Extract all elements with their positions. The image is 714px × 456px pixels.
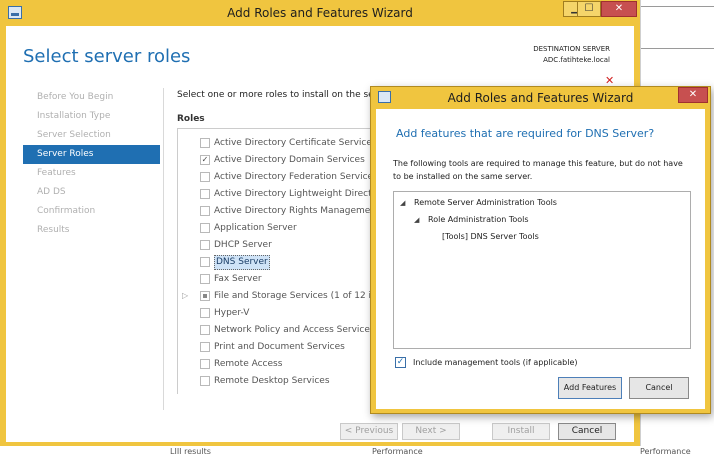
roles-list: Active Directory Certificate Services ✓ A… <box>177 128 377 394</box>
role-label: Active Directory Rights Management <box>214 206 377 216</box>
role-label: Print and Document Services <box>214 342 345 352</box>
role-checkbox[interactable] <box>200 308 210 318</box>
tree-node[interactable]: [Tools] DNS Server Tools <box>442 230 539 244</box>
role-checkbox[interactable] <box>200 223 210 233</box>
role-label: DHCP Server <box>214 240 272 250</box>
role-label: Remote Access <box>214 359 283 369</box>
role-checkbox[interactable] <box>200 257 210 267</box>
expand-arrow-icon[interactable]: ▷ <box>182 288 188 304</box>
role-item[interactable]: Application Server <box>178 220 377 236</box>
role-item[interactable]: DHCP Server <box>178 237 377 253</box>
background-text-1: LIII results <box>170 447 211 456</box>
wizard-steps-nav: Before You Begin Installation Type Serve… <box>23 88 160 240</box>
required-features-tree[interactable]: ◢ Remote Server Administration Tools ◢ Rol… <box>393 191 691 349</box>
role-checkbox[interactable] <box>200 359 210 369</box>
page-title: Select server roles <box>23 46 191 67</box>
role-label: File and Storage Services (1 of 12 inst <box>214 291 377 301</box>
role-checkbox[interactable] <box>200 240 210 250</box>
step-results: Results <box>37 225 70 235</box>
role-item[interactable]: Active Directory Federation Services <box>178 169 377 185</box>
role-checkbox[interactable]: ✓ <box>200 155 210 165</box>
dialog-close-button[interactable]: ✕ <box>678 87 708 103</box>
background-text-2: Performance <box>372 447 423 456</box>
role-checkbox[interactable] <box>200 325 210 335</box>
step-server-selection: Server Selection <box>37 130 111 140</box>
role-label: Active Directory Lightweight Directory <box>214 189 377 199</box>
dialog-body: Add features that are required for DNS S… <box>376 109 705 409</box>
role-label: Network Policy and Access Services <box>214 325 375 335</box>
wizard-title-bar[interactable]: Add Roles and Features Wizard ▁ ☐ ✕ <box>0 0 640 26</box>
destination-server: DESTINATION SERVER ADC.fatihteke.local <box>533 44 610 66</box>
collapse-arrow-icon[interactable]: ◢ <box>400 196 405 210</box>
roles-heading: Roles <box>177 114 205 124</box>
step-ad-ds: AD DS <box>37 187 66 197</box>
cancel-button[interactable]: Cancel <box>558 423 616 440</box>
role-item[interactable]: Remote Desktop Services <box>178 373 377 389</box>
next-button[interactable]: Next > <box>402 423 460 440</box>
role-checkbox[interactable] <box>200 342 210 352</box>
step-features: Features <box>37 168 76 178</box>
role-label: DNS Server <box>214 255 270 270</box>
role-checkbox[interactable] <box>200 376 210 386</box>
destination-label: DESTINATION SERVER <box>533 45 610 53</box>
role-item[interactable]: Fax Server <box>178 271 377 287</box>
role-label: Hyper-V <box>214 308 250 318</box>
role-item[interactable]: Active Directory Lightweight Directory <box>178 186 377 202</box>
role-item[interactable]: Hyper-V <box>178 305 377 321</box>
maximize-button[interactable]: ☐ <box>577 1 601 17</box>
tree-node-label: Remote Server Administration Tools <box>414 198 557 207</box>
step-before-you-begin: Before You Begin <box>37 92 114 102</box>
role-item[interactable]: Print and Document Services <box>178 339 377 355</box>
wizard-title: Add Roles and Features Wizard <box>227 6 413 20</box>
role-checkbox[interactable] <box>200 189 210 199</box>
role-label: Active Directory Domain Services <box>214 155 365 165</box>
step-server-roles[interactable]: Server Roles <box>23 145 160 164</box>
roles-instruction: Select one or more roles to install on t… <box>177 90 387 100</box>
dialog-question: Add features that are required for DNS S… <box>396 127 655 140</box>
role-checkbox[interactable] <box>200 274 210 284</box>
role-item[interactable]: Remote Access <box>178 356 377 372</box>
role-label: Fax Server <box>214 274 262 284</box>
role-checkbox[interactable] <box>200 206 210 216</box>
role-item[interactable]: ✓ Active Directory Domain Services <box>178 152 377 168</box>
role-item-selected[interactable]: DNS Server <box>178 254 377 270</box>
include-tools-checkbox[interactable]: ✓ <box>395 357 406 368</box>
previous-button[interactable]: < Previous <box>340 423 398 440</box>
dialog-title-bar[interactable]: Add Roles and Features Wizard ✕ <box>371 87 710 109</box>
tree-node[interactable]: ◢ Remote Server Administration Tools <box>400 196 557 210</box>
role-label: Remote Desktop Services <box>214 376 330 386</box>
role-label: Active Directory Federation Services <box>214 172 377 182</box>
step-installation-type: Installation Type <box>37 111 111 121</box>
role-item[interactable]: ▷ File and Storage Services (1 of 12 inst <box>178 288 377 304</box>
role-item[interactable]: Active Directory Rights Management <box>178 203 377 219</box>
role-checkbox[interactable] <box>200 138 210 148</box>
role-checkbox[interactable] <box>200 291 210 301</box>
background-text-3: Performance <box>640 447 691 456</box>
step-confirmation: Confirmation <box>37 206 96 216</box>
add-features-button[interactable]: Add Features <box>558 377 622 399</box>
role-item[interactable]: Active Directory Certificate Services <box>178 135 377 151</box>
add-features-dialog: Add Roles and Features Wizard ✕ Add feat… <box>370 86 711 414</box>
background-taskbar-text: LIII results Performance Performance <box>0 446 714 456</box>
install-button[interactable]: Install <box>492 423 550 440</box>
nav-divider <box>163 88 164 410</box>
role-label: Application Server <box>214 223 297 233</box>
dialog-description: The following tools are required to mana… <box>393 159 683 181</box>
dialog-cancel-button[interactable]: Cancel <box>629 377 689 399</box>
role-label: Active Directory Certificate Services <box>214 138 377 148</box>
role-checkbox[interactable] <box>200 172 210 182</box>
tree-node-label: [Tools] DNS Server Tools <box>442 232 539 241</box>
close-button[interactable]: ✕ <box>601 1 637 17</box>
dialog-title: Add Roles and Features Wizard <box>447 91 634 105</box>
destination-server-name: ADC.fatihteke.local <box>543 56 610 64</box>
include-tools-label: Include management tools (if applicable) <box>413 358 578 367</box>
role-item[interactable]: Network Policy and Access Services <box>178 322 377 338</box>
collapse-arrow-icon[interactable]: ◢ <box>414 213 419 227</box>
tree-node-label: Role Administration Tools <box>428 215 529 224</box>
tree-node[interactable]: ◢ Role Administration Tools <box>414 213 529 227</box>
